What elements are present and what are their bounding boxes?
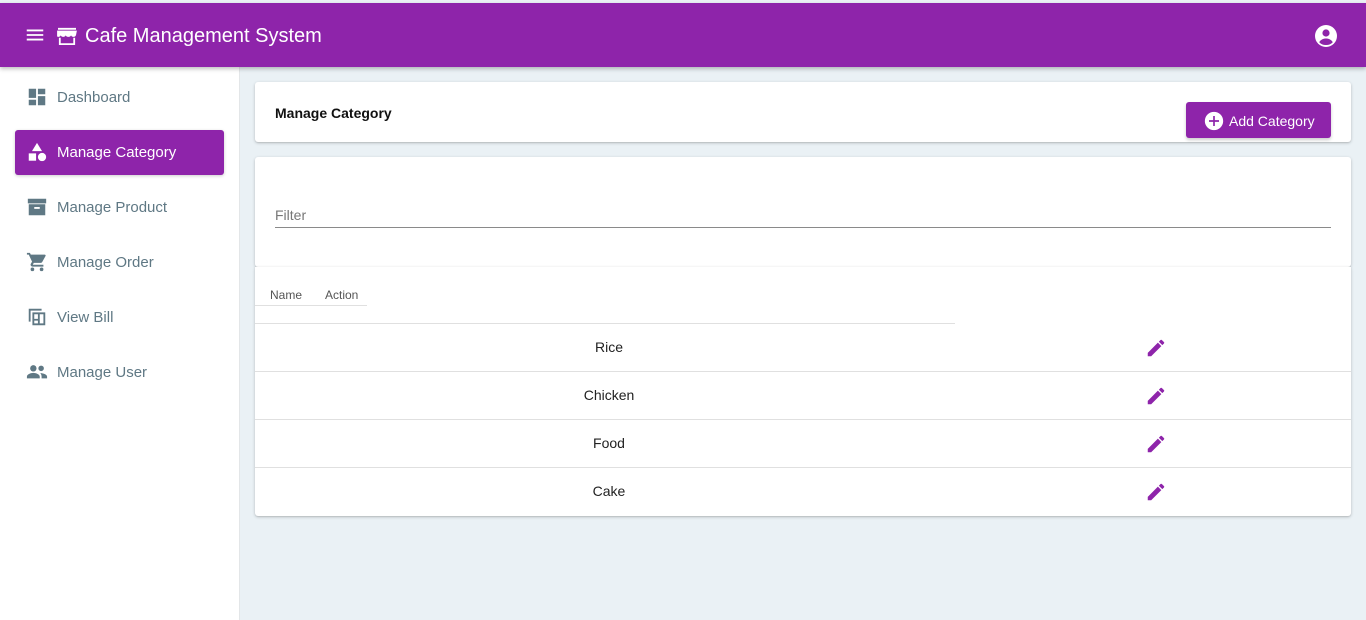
- sidebar-item-view-bill[interactable]: View Bill: [15, 295, 224, 340]
- app-title: Cafe Management System: [85, 25, 322, 47]
- column-header-name[interactable]: Name: [270, 288, 302, 302]
- edit-icon[interactable]: [1145, 337, 1167, 359]
- table-row: Food: [255, 420, 1351, 468]
- add-circle-icon: [1204, 111, 1224, 131]
- shopping-cart-icon: [26, 252, 46, 272]
- table-row: Rice: [255, 324, 1351, 372]
- sidebar-item-manage-category[interactable]: Manage Category: [15, 130, 224, 175]
- edit-icon[interactable]: [1145, 385, 1167, 407]
- bill-icon: [28, 308, 46, 326]
- sidebar-item-label: Dashboard: [57, 89, 131, 106]
- category-name: Cake: [592, 483, 626, 499]
- edit-icon[interactable]: [1145, 433, 1167, 455]
- store-icon: [57, 27, 77, 45]
- sidebar-item-manage-product[interactable]: Manage Product: [15, 185, 224, 230]
- people-icon: [26, 365, 48, 379]
- column-header-action[interactable]: Action: [325, 288, 358, 302]
- page-title: Manage Category: [275, 105, 392, 121]
- filter-card: [255, 157, 1351, 267]
- account-circle-icon[interactable]: [1314, 24, 1338, 48]
- category-name: Rice: [594, 339, 623, 355]
- sidebar-item-label: Manage User: [57, 364, 148, 381]
- sidebar-item-dashboard[interactable]: Dashboard: [15, 75, 224, 120]
- category-table: Name Action Rice Chicken Food Cake: [255, 267, 1351, 516]
- menu-icon[interactable]: [24, 24, 46, 46]
- table-row: Chicken: [255, 372, 1351, 420]
- add-category-label: Add Category: [1229, 113, 1315, 129]
- page-header-card: Manage Category Add Category: [255, 82, 1351, 142]
- sidebar-item-manage-order[interactable]: Manage Order: [15, 240, 224, 285]
- edit-icon[interactable]: [1145, 481, 1167, 503]
- sidebar-item-label: View Bill: [57, 309, 114, 326]
- sidebar-item-label: Manage Category: [57, 144, 177, 161]
- category-icon: [28, 142, 47, 162]
- sidebar-item-label: Manage Order: [57, 254, 154, 271]
- add-category-button[interactable]: Add Category: [1186, 102, 1331, 138]
- inventory-icon: [27, 198, 47, 216]
- category-name: Chicken: [583, 387, 635, 403]
- category-name: Food: [593, 435, 625, 451]
- filter-input[interactable]: [275, 203, 1331, 228]
- dashboard-icon: [28, 88, 46, 106]
- sidebar-item-manage-user[interactable]: Manage User: [15, 350, 224, 395]
- top-app-bar: Cafe Management System: [0, 3, 1366, 67]
- sidebar-item-label: Manage Product: [57, 199, 168, 216]
- table-row: Cake: [255, 468, 1351, 516]
- sidebar: Dashboard Manage Category Manage Product…: [0, 67, 240, 620]
- header-divider: [255, 305, 367, 306]
